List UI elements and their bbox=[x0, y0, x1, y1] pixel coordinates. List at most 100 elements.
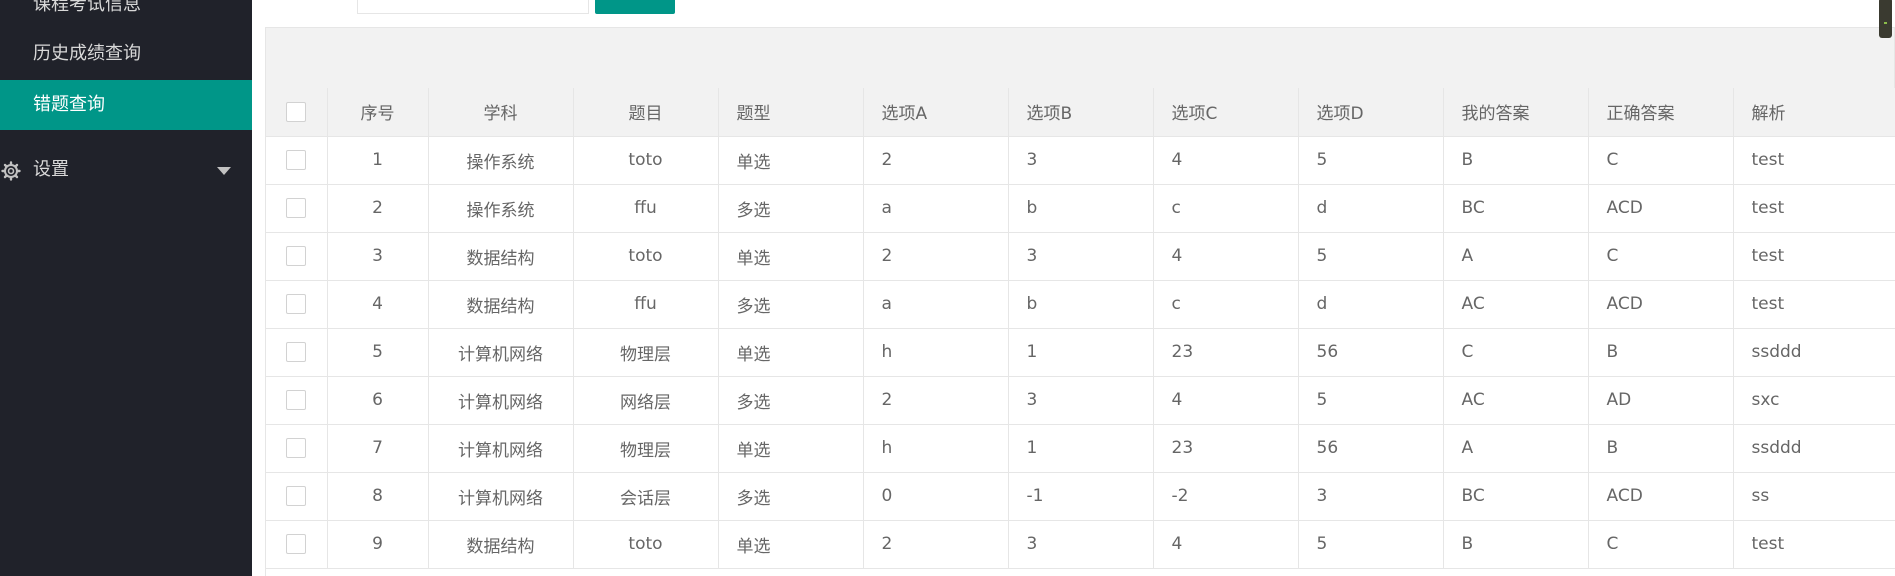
table-cell: test bbox=[1733, 232, 1895, 281]
table-cell: 3 bbox=[327, 232, 429, 281]
row-select-cell bbox=[266, 520, 328, 569]
table-cell: 数据结构 bbox=[428, 232, 574, 281]
table-cell: 23 bbox=[1153, 328, 1299, 377]
column-header[interactable]: 正确答案 bbox=[1588, 88, 1734, 137]
select-all-cell bbox=[266, 88, 328, 137]
table-cell: 2 bbox=[863, 520, 1009, 569]
table-cell: 物理层 bbox=[573, 328, 719, 377]
table-row[interactable]: 5 计算机网络 物理层 单选 h 1 23 56 C Bssddd bbox=[266, 328, 1895, 377]
table-row[interactable]: 2 操作系统 ffu 多选 a b c d BC ACD test bbox=[266, 184, 1895, 233]
table-cell: d bbox=[1298, 184, 1444, 233]
table-cell: 9 bbox=[327, 520, 429, 569]
row-select-cell bbox=[266, 184, 328, 233]
row-checkbox[interactable] bbox=[286, 342, 307, 362]
sidebar-item-course-exam-info[interactable]: 课程考试信息 bbox=[0, 0, 252, 30]
search-input[interactable] bbox=[357, 0, 589, 14]
table-cell: 物理层 bbox=[573, 424, 719, 473]
column-header[interactable]: 选项A bbox=[863, 88, 1009, 137]
table-cell: ACD bbox=[1588, 472, 1734, 521]
table-cell: 4 bbox=[327, 280, 429, 329]
scrollbar[interactable] bbox=[1879, 0, 1892, 38]
column-header[interactable]: 我的答案 bbox=[1443, 88, 1589, 137]
table-cell: 多选 bbox=[718, 472, 864, 521]
row-checkbox[interactable] bbox=[286, 246, 307, 266]
sidebar-item-history-scores[interactable]: 历史成绩查询 bbox=[0, 29, 252, 79]
row-checkbox[interactable] bbox=[286, 294, 307, 314]
column-header[interactable]: 序号 bbox=[327, 88, 429, 137]
table-row[interactable]: 3 数据结构 toto 单选 2 3 4 5 A Ctest bbox=[266, 232, 1895, 281]
row-select-cell bbox=[266, 136, 328, 185]
table-cell: 单选 bbox=[718, 232, 864, 281]
table-cell: A bbox=[1443, 424, 1589, 473]
table-cell: 4 bbox=[1153, 136, 1299, 185]
table-cell: test bbox=[1733, 136, 1895, 185]
table-cell: 5 bbox=[1298, 232, 1444, 281]
table-cell: test bbox=[1733, 184, 1895, 233]
table-cell: 会话层 bbox=[573, 472, 719, 521]
table-row[interactable]: 8 计算机网络 会话层 多选 0 -1 -2 3 BC ACD ss bbox=[266, 472, 1895, 521]
table-cell: AD bbox=[1588, 376, 1734, 425]
table-cell: 计算机网络 bbox=[428, 472, 574, 521]
sidebar-item-wrong-questions[interactable]: 错题查询 bbox=[0, 80, 252, 130]
table-cell: A bbox=[1443, 232, 1589, 281]
row-select-cell bbox=[266, 328, 328, 377]
table-cell: 3 bbox=[1008, 376, 1154, 425]
row-checkbox[interactable] bbox=[286, 438, 307, 458]
table-cell: 操作系统 bbox=[428, 136, 574, 185]
table-cell: b bbox=[1008, 280, 1154, 329]
row-checkbox[interactable] bbox=[286, 198, 307, 218]
sidebar: 课程考试信息 历史成绩查询 错题查询 设置 bbox=[0, 0, 252, 576]
column-header[interactable]: 学科 bbox=[428, 88, 574, 137]
column-header[interactable]: 题型 bbox=[718, 88, 864, 137]
table-cell: 计算机网络 bbox=[428, 424, 574, 473]
column-header[interactable]: 选项C bbox=[1153, 88, 1299, 137]
search-button[interactable] bbox=[595, 0, 675, 14]
table-row[interactable]: 9 数据结构 toto 单选 2 3 4 5 B Ctest bbox=[266, 520, 1895, 569]
row-select-cell bbox=[266, 472, 328, 521]
table-cell: C bbox=[1588, 232, 1734, 281]
column-header[interactable]: 解析 bbox=[1733, 88, 1895, 137]
row-checkbox[interactable] bbox=[286, 150, 307, 170]
main-content: 序号 学科 题目 题型 选项A 选项B 选项C 选项D 我的答案 正确答案 解析… bbox=[252, 0, 1895, 576]
table-cell: AC bbox=[1443, 376, 1589, 425]
table-body: 1 操作系统 toto 单选 2 3 4 5 B Ctest 2 操作系统 ffu 多选 a b c d BC ACD… bbox=[266, 136, 1895, 569]
table-cell: c bbox=[1153, 280, 1299, 329]
table-row[interactable]: 7 计算机网络 物理层 单选 h 1 23 56 A Bssddd bbox=[266, 424, 1895, 473]
table-cell: ffu bbox=[573, 184, 719, 233]
table-cell: 1 bbox=[1008, 328, 1154, 377]
table-cell: ffu bbox=[573, 280, 719, 329]
table-cell: 0 bbox=[863, 472, 1009, 521]
column-header[interactable]: 选项B bbox=[1008, 88, 1154, 137]
gear-icon bbox=[1, 161, 21, 181]
table-cell: 2 bbox=[863, 232, 1009, 281]
table-cell: 56 bbox=[1298, 328, 1444, 377]
table-cell: 5 bbox=[1298, 520, 1444, 569]
select-all-checkbox[interactable] bbox=[286, 101, 307, 122]
column-header[interactable]: 选项D bbox=[1298, 88, 1444, 137]
row-checkbox[interactable] bbox=[286, 534, 307, 554]
table-cell: B bbox=[1588, 328, 1734, 377]
table-cell: toto bbox=[573, 232, 719, 281]
table-container: 序号 学科 题目 题型 选项A 选项B 选项C 选项D 我的答案 正确答案 解析… bbox=[265, 88, 1895, 576]
table-cell: C bbox=[1443, 328, 1589, 377]
table-cell: 数据结构 bbox=[428, 520, 574, 569]
row-checkbox[interactable] bbox=[286, 390, 307, 410]
table-cell: -1 bbox=[1008, 472, 1154, 521]
row-checkbox[interactable] bbox=[286, 486, 307, 506]
column-header[interactable]: 题目 bbox=[573, 88, 719, 137]
table-cell: c bbox=[1153, 184, 1299, 233]
table-cell: 5 bbox=[1298, 376, 1444, 425]
table-cell: BC bbox=[1443, 472, 1589, 521]
table-row[interactable]: 1 操作系统 toto 单选 2 3 4 5 B Ctest bbox=[266, 136, 1895, 185]
table-row[interactable]: 6 计算机网络 网络层 多选 2 3 4 5 AC AD sxc bbox=[266, 376, 1895, 425]
table-cell: 6 bbox=[327, 376, 429, 425]
table-cell: h bbox=[863, 328, 1009, 377]
sidebar-item-settings[interactable]: 设置 bbox=[0, 145, 252, 195]
table-cell: sxc bbox=[1733, 376, 1895, 425]
table-cell: B bbox=[1443, 520, 1589, 569]
table-row[interactable]: 4 数据结构 ffu 多选 a b c d AC ACD test bbox=[266, 280, 1895, 329]
table-cell: 2 bbox=[863, 136, 1009, 185]
table-cell: C bbox=[1588, 520, 1734, 569]
table-cell: C bbox=[1588, 136, 1734, 185]
table-cell: 多选 bbox=[718, 184, 864, 233]
